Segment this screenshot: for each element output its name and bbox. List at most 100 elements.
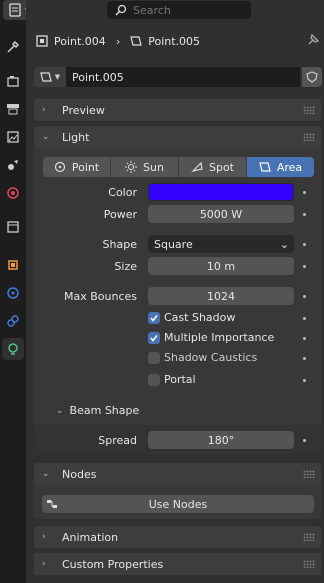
panel-nodes-title: Nodes — [62, 467, 97, 481]
chevron-down-icon: ⌄ — [42, 469, 50, 479]
tab-output[interactable] — [2, 98, 24, 120]
shadow-caustics-checkbox[interactable]: Shadow Caustics — [148, 351, 257, 364]
shape-label: Shape — [102, 238, 137, 251]
power-field[interactable]: 5000 W — [148, 205, 294, 223]
pin-icon — [308, 33, 320, 45]
keyframe-dot[interactable] — [303, 213, 306, 216]
object-icon — [36, 35, 48, 47]
drag-grip-icon[interactable] — [303, 533, 315, 541]
max-bounces-value: 1024 — [207, 289, 235, 303]
spread-value: 180° — [207, 433, 235, 447]
browse-light-button[interactable]: ▼ — [34, 67, 66, 87]
breadcrumb-object[interactable]: Point.004 — [36, 35, 106, 48]
drag-grip-icon[interactable] — [303, 133, 315, 141]
light-type-sun-label: Sun — [143, 160, 164, 174]
shadow-caustics-label: Shadow Caustics — [164, 351, 258, 364]
portal-label: Portal — [164, 373, 196, 386]
light-type-point-label: Point — [71, 160, 100, 174]
light-name-field[interactable]: Point.005 — [66, 67, 300, 87]
shape-value: Square — [154, 237, 193, 251]
pin-button[interactable] — [306, 33, 320, 50]
keyframe-dot[interactable] — [303, 379, 306, 382]
panel-animation-title: Animation — [62, 530, 119, 544]
node-tree-icon — [47, 500, 57, 508]
light-name-value: Point.005 — [72, 70, 124, 84]
size-value: 10 m — [206, 259, 236, 273]
area-light-icon — [40, 72, 52, 82]
chevron-right-icon: › — [42, 559, 46, 569]
spread-field[interactable]: 180° — [148, 431, 294, 449]
tool-icon — [7, 40, 20, 53]
search-input[interactable]: Search — [107, 1, 251, 19]
light-type-sun[interactable]: Sun — [111, 157, 179, 177]
render-icon — [7, 76, 19, 87]
fake-user-button[interactable] — [302, 67, 322, 87]
scene-icon — [8, 160, 18, 170]
chevron-down-icon: ▼ — [54, 73, 61, 81]
tab-scene[interactable] — [2, 154, 24, 176]
tab-view-layer[interactable] — [2, 126, 24, 148]
breadcrumb: Point.004 › Point.005 — [26, 28, 324, 54]
checkbox-unchecked-icon — [148, 351, 160, 364]
chevron-right-icon: › — [115, 34, 121, 48]
use-nodes-button[interactable]: Use Nodes — [42, 495, 314, 513]
chevron-down-icon: ⌄ — [42, 132, 50, 142]
cast-shadow-label: Cast Shadow — [164, 311, 236, 324]
panel-animation-header[interactable]: › Animation — [34, 526, 321, 548]
cast-shadow-checkbox[interactable]: Cast Shadow — [148, 311, 235, 324]
keyframe-dot[interactable] — [303, 191, 306, 194]
area-light-icon — [130, 36, 142, 46]
collection-icon — [7, 221, 19, 233]
drag-grip-icon[interactable] — [303, 106, 315, 114]
keyframe-dot[interactable] — [303, 357, 306, 360]
point-light-icon — [54, 161, 65, 173]
shape-dropdown[interactable]: Square ⌄ — [148, 235, 294, 253]
multiple-importance-checkbox[interactable]: Multiple Importance — [148, 331, 274, 344]
panel-preview-header[interactable]: › Preview — [34, 99, 321, 121]
checkbox-checked-icon — [148, 311, 160, 324]
panel-light-title: Light — [62, 130, 90, 144]
light-type-area[interactable]: Area — [247, 157, 314, 177]
panel-light-header[interactable]: ⌄ Light — [34, 126, 321, 148]
drag-grip-icon[interactable] — [303, 470, 315, 478]
panel-preview-title: Preview — [62, 103, 105, 117]
portal-checkbox[interactable]: Portal — [148, 373, 196, 386]
color-swatch[interactable] — [148, 183, 294, 201]
keyframe-dot[interactable] — [303, 439, 306, 442]
search-icon — [115, 4, 127, 16]
light-type-spot[interactable]: Spot — [179, 157, 247, 177]
tab-render[interactable] — [2, 70, 24, 92]
power-value: 5000 W — [199, 207, 243, 221]
checkbox-unchecked-icon — [148, 373, 160, 386]
size-label: Size — [114, 260, 137, 273]
tab-tool[interactable] — [2, 36, 24, 58]
constraint-icon — [7, 315, 19, 327]
max-bounces-label: Max Bounces — [63, 290, 137, 303]
lightbulb-icon — [8, 343, 18, 355]
keyframe-dot[interactable] — [303, 317, 306, 320]
sun-light-icon — [125, 161, 138, 173]
keyframe-dot[interactable] — [303, 337, 306, 340]
drag-grip-icon[interactable] — [303, 560, 315, 568]
keyframe-dot[interactable] — [303, 265, 306, 268]
keyframe-dot[interactable] — [303, 243, 306, 246]
tab-constraints[interactable] — [2, 310, 24, 332]
light-type-point[interactable]: Point — [43, 157, 111, 177]
shield-icon — [306, 71, 318, 83]
properties-editor-icon — [9, 3, 21, 17]
chevron-right-icon: › — [42, 532, 46, 542]
light-type-spot-label: Spot — [208, 160, 234, 174]
panel-custom-properties-header[interactable]: › Custom Properties — [34, 553, 321, 575]
breadcrumb-data[interactable]: Point.005 — [130, 35, 200, 48]
max-bounces-field[interactable]: 1024 — [148, 287, 294, 305]
beam-shape-title: Beam Shape — [69, 404, 140, 417]
checkbox-checked-icon — [148, 331, 160, 344]
beam-shape-subpanel-header[interactable]: ⌄ Beam Shape — [56, 404, 139, 417]
keyframe-dot[interactable] — [303, 295, 306, 298]
color-label: Color — [108, 186, 137, 199]
panel-nodes-header[interactable]: ⌄ Nodes — [34, 463, 321, 485]
spread-label: Spread — [98, 434, 137, 447]
size-field[interactable]: 10 m — [148, 257, 294, 275]
tab-light-data[interactable] — [2, 338, 24, 360]
chevron-down-icon: ⌄ — [279, 238, 289, 251]
